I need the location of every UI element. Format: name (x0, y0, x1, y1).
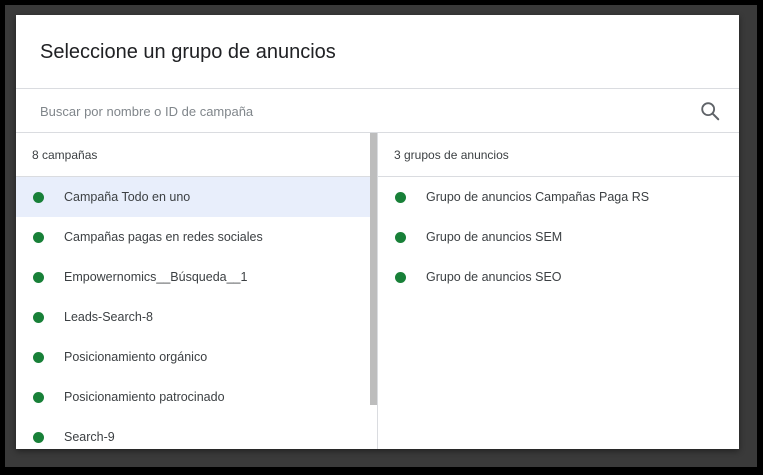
dialog-title: Seleccione un grupo de anuncios (40, 41, 336, 63)
campaign-item[interactable]: Posicionamiento orgánico (16, 337, 377, 377)
ad-groups-panel: 3 grupos de anuncios Grupo de anuncios C… (377, 133, 739, 449)
campaign-item-label: Campañas pagas en redes sociales (64, 230, 263, 244)
ad-group-item[interactable]: Grupo de anuncios Campañas Paga RS (378, 177, 739, 217)
campaign-item-label: Campaña Todo en uno (64, 190, 191, 204)
ad-group-item-label: Grupo de anuncios SEO (426, 270, 562, 284)
campaign-list: Campaña Todo en uno Campañas pagas en red… (16, 177, 377, 449)
campaign-item[interactable]: Campañas pagas en redes sociales (16, 217, 377, 257)
campaign-item[interactable]: Campaña Todo en uno (16, 177, 377, 217)
status-dot-icon (33, 191, 44, 203)
ad-group-item[interactable]: Grupo de anuncios SEM (378, 217, 739, 257)
status-dot-icon (395, 271, 406, 283)
campaign-item[interactable]: Posicionamiento patrocinado (16, 377, 377, 417)
ad-group-item[interactable]: Grupo de anuncios SEO (378, 257, 739, 297)
campaign-item-label: Search-9 (64, 430, 115, 444)
status-dot-icon (33, 311, 44, 323)
ad-groups-count-header: 3 grupos de anuncios (378, 133, 739, 177)
status-dot-icon (33, 231, 44, 243)
status-dot-icon (395, 191, 406, 203)
campaigns-panel: 8 campañas Campaña Todo en uno Campañas p… (16, 133, 377, 449)
search-icon[interactable] (699, 100, 721, 122)
ad-group-picker-dialog: Seleccione un grupo de anuncios 8 campañ… (16, 15, 739, 449)
ad-group-list: Grupo de anuncios Campañas Paga RS Grupo … (378, 177, 739, 297)
status-dot-icon (33, 271, 44, 283)
campaign-item-label: Leads-Search-8 (64, 310, 153, 324)
window-frame: Seleccione un grupo de anuncios 8 campañ… (0, 0, 763, 475)
campaign-item-label: Empowernomics__Búsqueda__1 (64, 270, 248, 284)
campaign-item[interactable]: Empowernomics__Búsqueda__1 (16, 257, 377, 297)
campaign-item-label: Posicionamiento patrocinado (64, 390, 225, 404)
status-dot-icon (395, 231, 406, 243)
status-dot-icon (33, 431, 44, 443)
ad-group-item-label: Grupo de anuncios SEM (426, 230, 563, 244)
campaign-item[interactable]: Search-9 (16, 417, 377, 449)
campaign-scrollbar-thumb[interactable] (370, 133, 377, 405)
search-input[interactable] (40, 99, 680, 123)
campaign-item-label: Posicionamiento orgánico (64, 350, 208, 364)
campaigns-count-header: 8 campañas (16, 133, 377, 177)
status-dot-icon (33, 351, 44, 363)
ad-group-item-label: Grupo de anuncios Campañas Paga RS (426, 190, 650, 204)
campaign-item[interactable]: Leads-Search-8 (16, 297, 377, 337)
status-dot-icon (33, 391, 44, 403)
search-bar (16, 88, 739, 133)
